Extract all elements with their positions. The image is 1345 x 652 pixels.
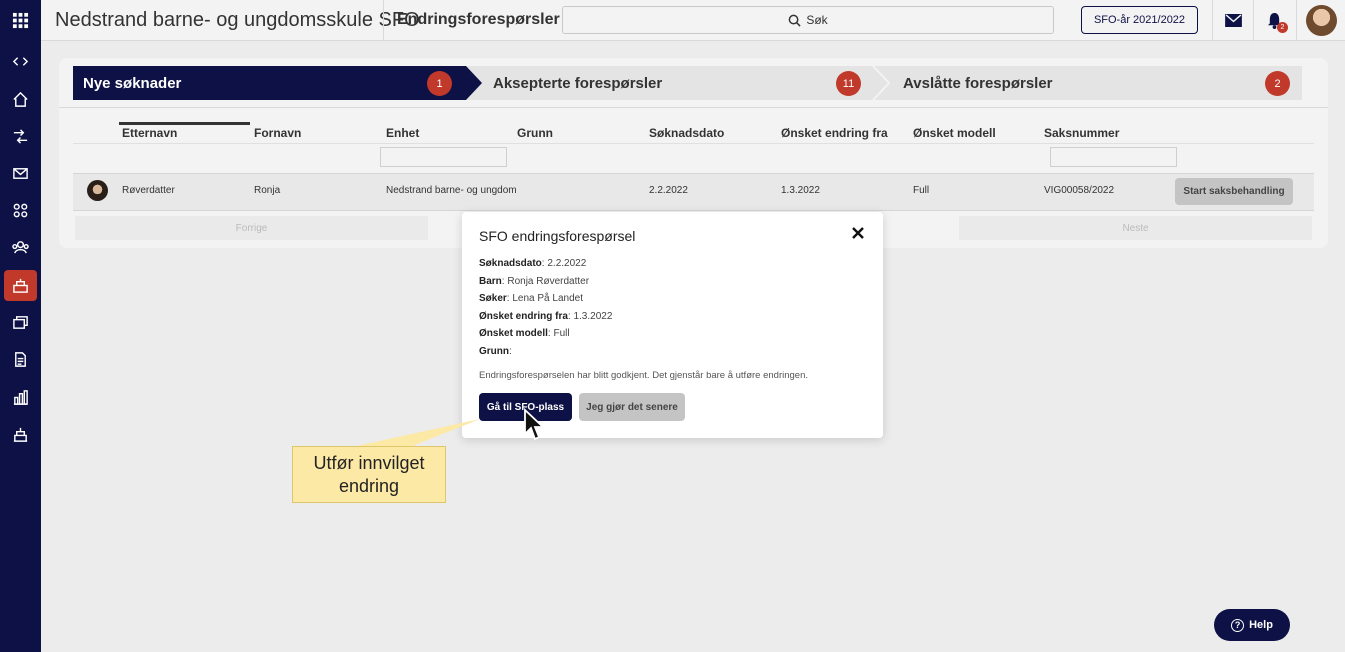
mail-icon[interactable] (8, 161, 33, 186)
home-icon[interactable] (8, 87, 33, 112)
cell-soknadsdato: 2.2.2022 (649, 185, 688, 196)
school-year-button[interactable]: SFO-år 2021/2022 (1081, 6, 1198, 34)
field-value: Ronja Røverdatter (507, 276, 590, 287)
field-value: 2.2.2022 (547, 258, 587, 269)
field-value: 1.3.2022 (573, 311, 613, 322)
status-steps: Nye søknader 1 Aksepterte forespørsler 1… (73, 66, 1302, 100)
payments-icon[interactable] (8, 310, 33, 335)
tab-new-applications[interactable]: Nye søknader (83, 66, 181, 100)
cell-saksnummer: VIG00058/2022 (1044, 185, 1115, 196)
field-label: Ønsket modell (479, 328, 548, 339)
cell-fornavn: Ronja (254, 185, 281, 196)
start-case-processing-button[interactable]: Start saksbehandling (1175, 178, 1293, 205)
document-icon[interactable] (8, 347, 33, 372)
cell-onsket-modell: Full (913, 185, 930, 196)
field-label: Søker (479, 293, 507, 304)
search-input[interactable]: Søk (562, 6, 1054, 34)
next-page-button[interactable]: Neste (959, 216, 1312, 240)
field-soknadsdato: Søknadsdato: 2.2.2022 (479, 258, 587, 269)
column-header-grunn[interactable]: Grunn (517, 126, 553, 140)
do-it-later-button[interactable]: Jeg gjør det senere (579, 393, 685, 421)
column-header-onsket-modell[interactable]: Ønsket modell (913, 126, 996, 140)
enhet-filter-input[interactable] (380, 147, 507, 167)
field-label: Barn (479, 276, 502, 287)
previous-page-button[interactable]: Forrige (75, 216, 428, 240)
header-divider (383, 0, 384, 41)
field-value: Lena På Landet (512, 293, 583, 304)
steps-background (73, 66, 1302, 100)
sidebar (0, 0, 41, 652)
field-label: Søknadsdato (479, 258, 542, 269)
help-label: Help (1249, 619, 1273, 631)
messages-icon[interactable] (1223, 10, 1243, 30)
callout-line-1: Utfør innvilget (313, 452, 425, 473)
top-header: Nedstrand barne- og ungdomsskule SFO End… (41, 0, 1345, 41)
field-label: Ønsket endring fra (479, 311, 568, 322)
tab-rejected-requests[interactable]: Avslåtte forespørsler (903, 66, 1053, 100)
page-title: Endringsforespørsler (397, 11, 560, 28)
column-header-fornavn[interactable]: Fornavn (254, 126, 301, 140)
user-avatar[interactable] (1306, 5, 1337, 36)
tab-rejected-requests-label: Avslåtte forespørsler (903, 74, 1053, 92)
people-icon[interactable] (8, 235, 33, 260)
new-applications-count-badge: 1 (427, 71, 452, 96)
help-button[interactable]: ? Help (1214, 609, 1290, 641)
search-icon (788, 14, 801, 27)
change-request-dialog: SFO endringsforespørsel Søknadsdato: 2.2… (462, 212, 883, 438)
cell-enhet: Nedstrand barne- og ungdom (386, 185, 517, 196)
reports-chart-icon[interactable] (8, 385, 33, 410)
cell-etternavn: Røverdatter (122, 185, 175, 196)
groups-icon[interactable] (8, 198, 33, 223)
column-header-saksnummer[interactable]: Saksnummer (1044, 126, 1119, 140)
accepted-requests-count-badge: 11 (836, 71, 861, 96)
organization-icon[interactable] (8, 422, 33, 447)
header-divider (1296, 0, 1297, 41)
column-header-soknadsdato[interactable]: Søknadsdato (649, 126, 724, 140)
callout-line-2: endring (338, 475, 400, 496)
search-placeholder: Søk (806, 13, 828, 27)
field-value: Full (553, 328, 570, 339)
swap-icon[interactable] (8, 124, 33, 149)
header-divider (1212, 0, 1213, 41)
field-label: Grunn (479, 346, 509, 357)
notification-count-badge: 2 (1277, 22, 1288, 33)
child-avatar (87, 180, 108, 201)
field-onsket-endring-fra: Ønsket endring fra: 1.3.2022 (479, 311, 613, 322)
field-barn: Barn: Ronja Røverdatter (479, 276, 590, 287)
header-divider (1253, 0, 1254, 41)
rejected-requests-count-badge: 2 (1265, 71, 1290, 96)
tutorial-callout: Utfør innvilget endring (292, 446, 446, 503)
field-soker: Søker: Lena På Landet (479, 293, 583, 304)
field-onsket-modell: Ønsket modell: Full (479, 328, 570, 339)
saksnummer-filter-input[interactable] (1050, 147, 1177, 167)
approval-note: Endringsforespørselen har blitt godkjent… (479, 370, 808, 381)
help-question-icon: ? (1231, 618, 1245, 632)
close-icon[interactable] (850, 225, 866, 241)
tab-accepted-requests-label: Aksepterte forespørsler (493, 74, 663, 92)
column-header-enhet[interactable]: Enhet (386, 126, 419, 140)
field-grunn: Grunn: (479, 346, 512, 357)
apps-grid-icon[interactable] (8, 8, 33, 33)
app-title: Nedstrand barne- og ungdomsskule SFO (55, 9, 420, 31)
tab-new-applications-label: Nye søknader (83, 74, 182, 92)
divider (59, 107, 1328, 108)
tab-accepted-requests[interactable]: Aksepterte forespørsler (493, 66, 662, 100)
column-header-onsket-endring-fra[interactable]: Ønsket endring fra (781, 126, 888, 140)
column-header-etternavn[interactable]: Etternavn (122, 126, 177, 140)
mouse-cursor-icon (524, 408, 545, 441)
sort-indicator (119, 122, 250, 125)
sfo-icon[interactable] (4, 270, 37, 301)
divider (73, 143, 1314, 144)
dialog-title: SFO endringsforespørsel (479, 228, 636, 244)
expand-collapse-icon[interactable] (8, 49, 33, 74)
cell-onsket-endring-fra: 1.3.2022 (781, 185, 820, 196)
